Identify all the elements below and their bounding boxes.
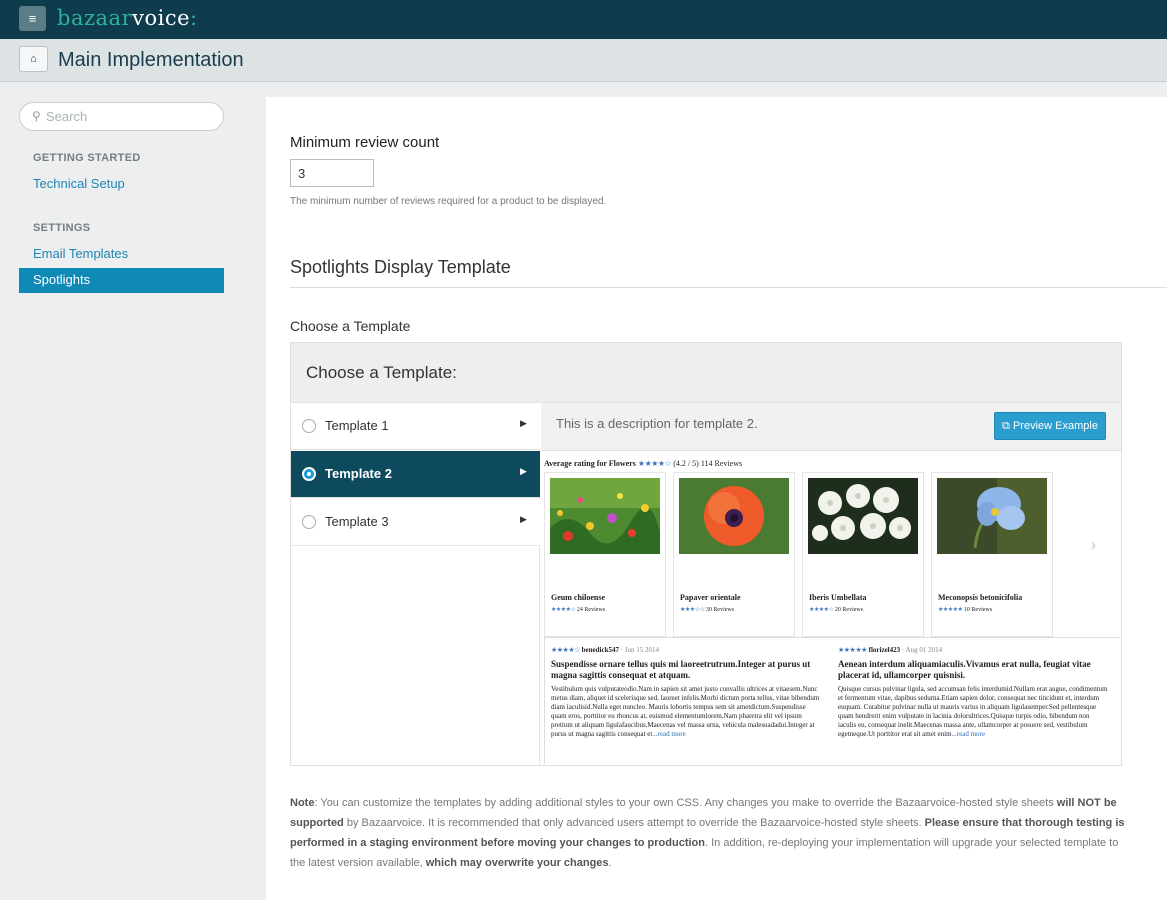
logo-text-part: : (190, 6, 198, 30)
review-body: Quisque cursus pulvinar ligula, sed accu… (838, 685, 1108, 739)
home-icon[interactable]: ⌂ (19, 46, 48, 72)
product-card: Papaver orientale ★★★☆☆ 30 Reviews (673, 472, 795, 637)
top-bar: ≡ bazaarvoice: (0, 0, 1167, 39)
search-box[interactable]: ⚲ (19, 102, 224, 131)
section-title: Spotlights Display Template (290, 257, 511, 277)
product-name: Papaver orientale (680, 593, 741, 602)
review-meta: ★★★★★ florizel423 · Aug 01 2014 (838, 646, 1108, 654)
search-icon: ⚲ (32, 109, 41, 123)
radio-button[interactable] (302, 515, 316, 529)
review-meta: ★★★★☆ benedick547 · Jun 15 2014 (551, 646, 821, 654)
product-rating: ★★★★☆ 20 Reviews (809, 606, 863, 613)
caret-right-icon: ▶ (520, 514, 527, 524)
note-text: : You can customize the templates by add… (314, 797, 1057, 809)
note-text: . (608, 857, 612, 869)
min-review-count-input[interactable] (290, 159, 374, 187)
product-review-count: 24 Reviews (576, 607, 606, 613)
star-rating-icon: ★★★★☆ (551, 646, 580, 654)
preview-example-button[interactable]: ⧉ Preview Example (994, 412, 1106, 440)
review-date: · Aug 01 2014 (901, 646, 943, 654)
star-rating-icon: ★★★★★ (938, 607, 963, 613)
main-content: Minimum review count The minimum number … (266, 97, 1167, 900)
avg-label: Average rating for Flowers (544, 459, 636, 468)
radio-button-selected[interactable] (302, 467, 316, 481)
note-text: by Bazaarvoice. It is recommended that o… (343, 817, 925, 829)
product-rating: ★★★★☆ 24 Reviews (551, 606, 605, 613)
product-rating: ★★★☆☆ 30 Reviews (680, 606, 734, 613)
average-rating: Average rating for Flowers ★★★★☆ (4.2 / … (544, 459, 742, 468)
flower-photo-geum (550, 478, 660, 554)
logo-text-part: bazaar (57, 6, 133, 30)
review-title: Suspendisse ornare tellus quis mi laoree… (551, 659, 811, 680)
caret-right-icon: ▶ (520, 466, 527, 476)
reviews-area: ★★★★☆ benedick547 · Jun 15 2014 Suspendi… (544, 637, 1120, 764)
bazaarvoice-logo[interactable]: bazaarvoice: (57, 6, 198, 30)
search-input[interactable] (46, 107, 216, 126)
min-review-count-help: The minimum number of reviews required f… (290, 196, 607, 207)
flower-photo-poppy (679, 478, 789, 554)
template-label: Template 3 (325, 514, 389, 529)
panel-title: Choose a Template: (306, 363, 457, 382)
review-title: Aenean interdum aliquamiaculis.Vivamus e… (838, 659, 1091, 680)
min-review-count-label: Minimum review count (290, 134, 440, 151)
radio-button[interactable] (302, 419, 316, 433)
template-preview: Average rating for Flowers ★★★★☆ (4.2 / … (544, 459, 1120, 764)
star-rating-icon: ★★★★☆ (551, 607, 576, 613)
customization-note: Note: You can customize the templates by… (290, 793, 1126, 873)
carousel-next-icon[interactable]: › (1090, 533, 1097, 556)
hamburger-menu-icon[interactable]: ≡ (19, 6, 46, 31)
template-label: Template 2 (325, 466, 392, 481)
review-item: ★★★★☆ benedick547 · Jun 15 2014 Suspendi… (551, 646, 821, 739)
flower-photo-iberis (808, 478, 918, 554)
sidebar-section-settings: SETTINGS (33, 222, 91, 234)
product-card: Geum chiloense ★★★★☆ 24 Reviews (544, 472, 666, 637)
flower-photo-meconopsis (937, 478, 1047, 554)
template-list: Template 1 ▶ Template 2 ▶ Template 3 ▶ (291, 403, 540, 765)
sidebar: ⚲ GETTING STARTED Technical Setup SETTIN… (0, 83, 266, 900)
star-rating-icon: ★★★★★ (838, 646, 867, 654)
choose-template-label: Choose a Template (290, 318, 411, 334)
product-review-count: 30 Reviews (705, 607, 735, 613)
sidebar-item-spotlights[interactable]: Spotlights (19, 268, 224, 293)
external-link-icon: ⧉ (1002, 420, 1010, 432)
product-rating: ★★★★★ 10 Reviews (938, 606, 992, 613)
panel-header: Choose a Template: (291, 343, 1121, 403)
product-name: Geum chiloense (551, 593, 605, 602)
review-item: ★★★★★ florizel423 · Aug 01 2014 Aenean i… (838, 646, 1108, 739)
template-option-3[interactable]: Template 3 ▶ (291, 499, 540, 546)
avg-count: 114 Reviews (700, 459, 743, 468)
review-date: · Jun 15 2014 (620, 646, 660, 654)
sidebar-item-email-templates[interactable]: Email Templates (33, 246, 128, 261)
read-more-link[interactable]: ...read more (952, 730, 985, 738)
note-bold: Note (290, 797, 315, 809)
sidebar-item-technical-setup[interactable]: Technical Setup (33, 176, 125, 191)
star-rating-icon: ★★★☆☆ (680, 607, 705, 613)
product-review-count: 20 Reviews (834, 607, 864, 613)
caret-right-icon: ▶ (520, 418, 527, 428)
read-more-link[interactable]: ...read more (652, 730, 685, 738)
template-description: This is a description for template 2. (556, 416, 758, 431)
title-bar: ⌂ Main Implementation (0, 39, 1167, 82)
product-name: Meconopsis betonicifolia (938, 593, 1023, 602)
product-card: Meconopsis betonicifolia ★★★★★ 10 Review… (931, 472, 1053, 637)
logo-text-part: voice (132, 6, 191, 30)
star-rating-icon: ★★★★☆ (637, 459, 672, 468)
template-option-2[interactable]: Template 2 ▶ (291, 451, 540, 498)
note-bold: which may overwrite your changes (425, 857, 609, 869)
review-author: benedick547 (581, 646, 619, 654)
template-option-1[interactable]: Template 1 ▶ (291, 403, 540, 450)
page-title: Main Implementation (58, 49, 244, 71)
sidebar-section-getting-started: GETTING STARTED (33, 152, 141, 164)
template-label: Template 1 (325, 418, 389, 433)
divider (290, 287, 1167, 288)
product-review-count: 10 Reviews (963, 607, 993, 613)
avg-score: (4.2 / 5) (673, 459, 699, 468)
preview-button-label: Preview Example (1012, 420, 1098, 432)
product-name: Iberis Umbellata (809, 593, 867, 602)
review-body: Vestibulum quis vulputateodio.Nam in sap… (551, 685, 821, 739)
star-rating-icon: ★★★★☆ (809, 607, 834, 613)
product-card: Iberis Umbellata ★★★★☆ 20 Reviews (802, 472, 924, 637)
review-author: florizel423 (868, 646, 901, 654)
template-description-bar: This is a description for template 2. ⧉ … (541, 403, 1121, 451)
